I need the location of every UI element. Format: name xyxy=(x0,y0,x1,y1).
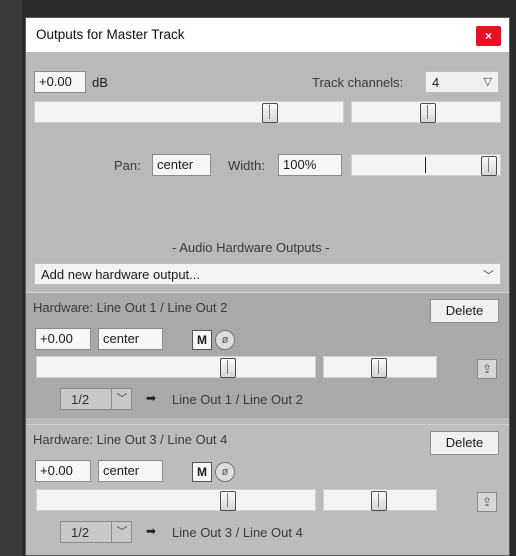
track-channels-value: 4 xyxy=(432,75,440,90)
hw-pan-field[interactable]: center xyxy=(98,328,163,350)
dialog-body: +0.00 dB Track channels: 4 ▽ Pan: center… xyxy=(26,52,509,555)
add-hardware-output-label: Add new hardware output... xyxy=(41,267,200,282)
pan-value-field[interactable]: center xyxy=(152,154,211,176)
channel-select-value: 1/2 xyxy=(71,525,90,540)
hw-volume-knob[interactable] xyxy=(220,491,236,511)
mute-button[interactable]: M xyxy=(192,462,212,482)
master-volume-field[interactable]: +0.00 xyxy=(34,71,86,93)
chevron-down-icon: ﹀ xyxy=(483,270,494,282)
pan-label: Pan: xyxy=(114,158,141,173)
track-channels-dropdown[interactable]: 4 ▽ xyxy=(425,71,499,93)
volume-unit-label: dB xyxy=(92,75,108,90)
pan-slider-knob[interactable] xyxy=(420,103,436,123)
hardware-output-panel: Hardware: Line Out 1 / Line Out 2 Delete… xyxy=(26,292,509,418)
delete-button[interactable]: Delete xyxy=(430,299,499,323)
hardware-output-panel: Hardware: Line Out 3 / Line Out 4 Delete… xyxy=(26,424,509,555)
route-icon[interactable]: ⇪ xyxy=(477,359,497,379)
chevron-down-icon: ﹀ xyxy=(111,389,132,409)
hw-volume-field[interactable]: +0.00 xyxy=(35,328,91,350)
hw-pan-slider[interactable] xyxy=(323,489,437,511)
hw-volume-slider[interactable] xyxy=(36,489,316,511)
hw-destination-label: Line Out 3 / Line Out 4 xyxy=(172,525,303,540)
volume-slider-knob[interactable] xyxy=(262,103,278,123)
width-label: Width: xyxy=(228,158,265,173)
hw-volume-knob[interactable] xyxy=(220,358,236,378)
phase-invert-icon[interactable]: ø xyxy=(215,462,235,482)
hw-volume-slider[interactable] xyxy=(36,356,316,378)
window-title: Outputs for Master Track xyxy=(36,27,185,42)
hw-volume-field[interactable]: +0.00 xyxy=(35,460,91,482)
hardware-output-title: Hardware: Line Out 3 / Line Out 4 xyxy=(33,432,228,447)
width-slider[interactable] xyxy=(351,154,501,176)
channel-select-dropdown[interactable]: 1/2 ﹀ xyxy=(60,388,132,410)
hw-destination-label: Line Out 1 / Line Out 2 xyxy=(172,392,303,407)
close-icon: × xyxy=(484,29,492,43)
phase-invert-icon[interactable]: ø xyxy=(215,330,235,350)
chevron-down-icon: ﹀ xyxy=(111,522,132,542)
close-button[interactable]: × xyxy=(476,26,501,46)
channel-select-value: 1/2 xyxy=(71,392,90,407)
route-icon[interactable]: ⇪ xyxy=(477,492,497,512)
width-value-field[interactable]: 100% xyxy=(278,154,342,176)
outputs-dialog: Outputs for Master Track × +0.00 dB Trac… xyxy=(25,17,510,556)
master-volume-slider[interactable] xyxy=(34,101,344,123)
background-strip-left xyxy=(0,0,22,556)
mute-button[interactable]: M xyxy=(192,330,212,350)
hw-pan-knob[interactable] xyxy=(371,358,387,378)
hardware-outputs-header: - Audio Hardware Outputs - xyxy=(172,240,330,255)
width-slider-knob[interactable] xyxy=(481,156,497,176)
hw-pan-slider[interactable] xyxy=(323,356,437,378)
add-hardware-output-dropdown[interactable]: Add new hardware output... ﹀ xyxy=(34,263,501,285)
hardware-output-title: Hardware: Line Out 1 / Line Out 2 xyxy=(33,300,228,315)
channel-select-dropdown[interactable]: 1/2 ﹀ xyxy=(60,521,132,543)
hw-pan-field[interactable]: center xyxy=(98,460,163,482)
delete-button[interactable]: Delete xyxy=(430,431,499,455)
chevron-down-icon: ▽ xyxy=(483,76,492,88)
track-channels-label: Track channels: xyxy=(312,75,404,90)
width-center-marker xyxy=(425,157,426,173)
hw-pan-knob[interactable] xyxy=(371,491,387,511)
title-bar: Outputs for Master Track × xyxy=(26,18,509,52)
arrow-right-icon: ➡ xyxy=(146,524,157,538)
arrow-right-icon: ➡ xyxy=(146,391,157,405)
master-pan-slider[interactable] xyxy=(351,101,501,123)
